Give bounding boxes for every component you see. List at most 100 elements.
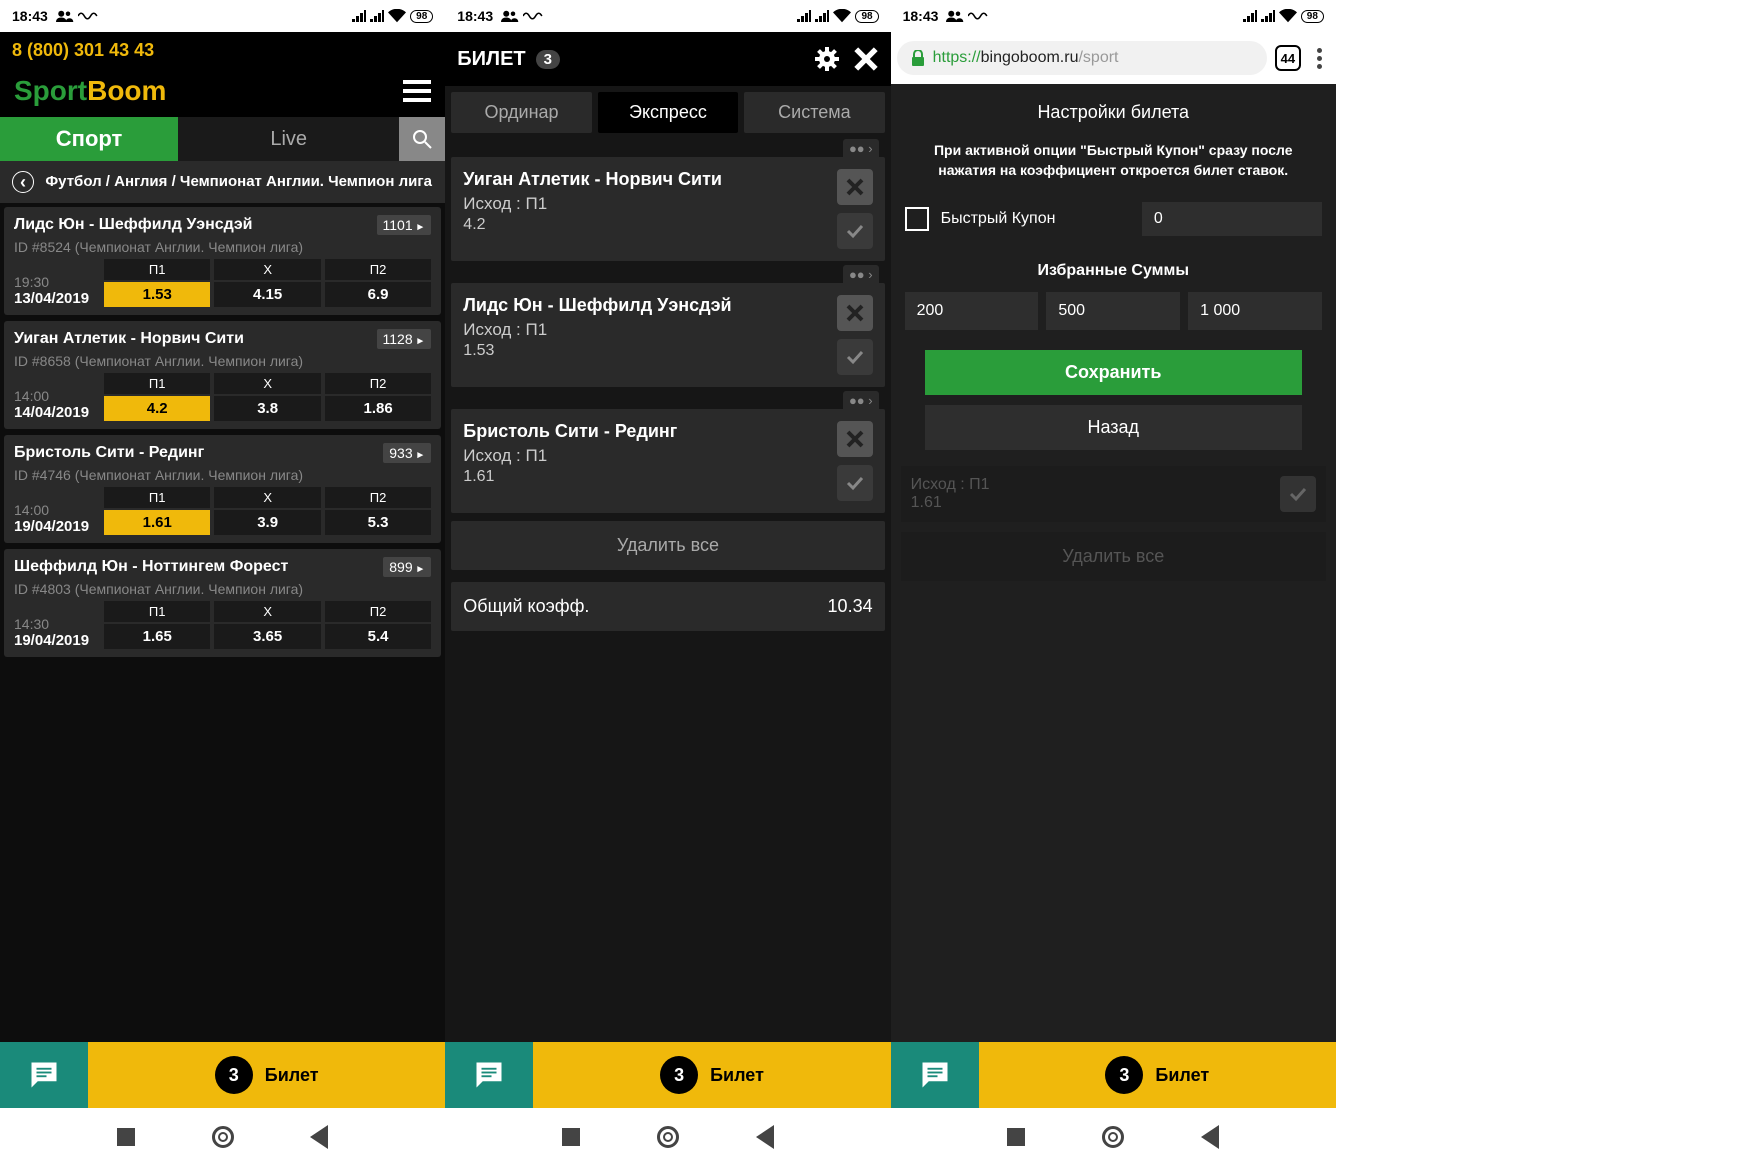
check-icon xyxy=(845,347,865,367)
screen-settings: 18:43 98 https://bingoboom.ru/sport 44 Н… xyxy=(891,0,1336,1042)
support-phone[interactable]: 8 (800) 301 43 43 xyxy=(0,32,445,69)
tab-system[interactable]: Система xyxy=(744,92,884,133)
bottom-bar: 3Билет xyxy=(0,1042,445,1108)
hamburger-icon[interactable] xyxy=(403,80,431,102)
app-logo: SportBoom xyxy=(14,75,166,107)
ticket-button[interactable]: 3Билет xyxy=(88,1042,445,1108)
match-teams: Лидс Юн - Шеффилд Уэнсдэй xyxy=(14,216,253,234)
search-button[interactable] xyxy=(399,117,445,161)
status-left-icons xyxy=(56,9,352,23)
nav-home-icon[interactable] xyxy=(657,1126,679,1148)
wave-icon xyxy=(78,9,100,23)
favorite-sum-input[interactable]: 500 xyxy=(1046,292,1180,330)
browser-menu-icon[interactable] xyxy=(1309,48,1330,69)
confirm-selection-button[interactable] xyxy=(837,465,873,501)
odd-x[interactable]: 3.9 xyxy=(214,510,320,535)
selection-card: ●● › Лидс Юн - Шеффилд Уэнсдэй Исход : П… xyxy=(451,283,884,387)
market-count[interactable]: 1128 xyxy=(377,329,432,349)
signal-icon xyxy=(370,10,384,22)
breadcrumb-bar: Футбол / Англия / Чемпионат Англии. Чемп… xyxy=(0,161,445,203)
save-button[interactable]: Сохранить xyxy=(925,350,1302,395)
nav-back-icon[interactable] xyxy=(310,1125,328,1149)
check-icon xyxy=(845,221,865,241)
nav-home-icon[interactable] xyxy=(1102,1126,1124,1148)
android-nav-bar xyxy=(891,1108,1336,1166)
match-card[interactable]: Шеффилд Юн - Ноттингем Форест899 ID #480… xyxy=(4,549,441,657)
match-time: 14:00 xyxy=(14,388,104,404)
match-date: 19/04/2019 xyxy=(14,518,104,535)
close-icon[interactable] xyxy=(853,46,879,72)
remove-selection-button[interactable] xyxy=(837,295,873,331)
chat-button[interactable] xyxy=(0,1042,88,1108)
match-id: ID #8658 (Чемпионат Англии. Чемпион лига… xyxy=(14,353,431,369)
tab-single[interactable]: Ординар xyxy=(451,92,591,133)
settings-description: При активной опции "Быстрый Купон" сразу… xyxy=(895,137,1332,194)
favorite-sum-input[interactable]: 1 000 xyxy=(1188,292,1322,330)
nav-back-icon[interactable] xyxy=(756,1125,774,1149)
odd-p2[interactable]: 5.3 xyxy=(325,510,431,535)
match-list[interactable]: Лидс Юн - Шеффилд Уэнсдэй1101 ID #8524 (… xyxy=(0,203,445,1042)
tab-live[interactable]: Live xyxy=(178,117,399,161)
back-button[interactable]: Назад xyxy=(925,405,1302,450)
ticket-button[interactable]: 3Билет xyxy=(533,1042,890,1108)
odd-p1[interactable]: 1.65 xyxy=(104,624,210,649)
coins-icon[interactable]: ●● › xyxy=(843,265,879,284)
nav-overview-icon[interactable] xyxy=(117,1128,135,1146)
odd-x[interactable]: 4.15 xyxy=(214,282,320,307)
selection-teams: Уиган Атлетик - Норвич Сити xyxy=(463,169,836,190)
match-id: ID #4746 (Чемпионат Англии. Чемпион лига… xyxy=(14,467,431,483)
match-card[interactable]: Уиган Атлетик - Норвич Сити1128 ID #8658… xyxy=(4,321,441,429)
breadcrumb-text: Футбол / Англия / Чемпионат Англии. Чемп… xyxy=(44,172,433,192)
url-bar[interactable]: https://bingoboom.ru/sport xyxy=(897,41,1267,75)
confirm-selection-button[interactable] xyxy=(837,339,873,375)
nav-overview-icon[interactable] xyxy=(1007,1128,1025,1146)
market-count[interactable]: 1101 xyxy=(377,215,432,235)
odd-x[interactable]: 3.65 xyxy=(214,624,320,649)
selection-list: ●● › Уиган Атлетик - Норвич Сити Исход :… xyxy=(445,139,890,1042)
tab-express[interactable]: Экспресс xyxy=(598,92,738,133)
match-card[interactable]: Лидс Юн - Шеффилд Уэнсдэй1101 ID #8524 (… xyxy=(4,207,441,315)
nav-overview-icon[interactable] xyxy=(562,1128,580,1146)
quick-coupon-value[interactable]: 0 xyxy=(1142,202,1322,236)
status-bar: 18:43 98 xyxy=(0,0,445,32)
match-time: 14:30 xyxy=(14,616,104,632)
ticket-button[interactable]: 3Билет xyxy=(979,1042,1336,1108)
remove-selection-button[interactable] xyxy=(837,421,873,457)
coins-icon[interactable]: ●● › xyxy=(843,139,879,158)
chat-button[interactable] xyxy=(891,1042,979,1108)
x-icon xyxy=(846,430,864,448)
status-bar: 18:43 98 xyxy=(891,0,1336,32)
odd-p1[interactable]: 1.61 xyxy=(104,510,210,535)
header-row: SportBoom xyxy=(0,69,445,117)
chat-button[interactable] xyxy=(445,1042,533,1108)
quick-coupon-checkbox[interactable] xyxy=(905,207,929,231)
match-date: 19/04/2019 xyxy=(14,632,104,649)
odd-p1[interactable]: 1.53 xyxy=(104,282,210,307)
market-count[interactable]: 899 xyxy=(383,557,431,577)
browser-tab-count[interactable]: 44 xyxy=(1275,45,1301,71)
nav-home-icon[interactable] xyxy=(212,1126,234,1148)
odd-p1[interactable]: 4.2 xyxy=(104,396,210,421)
odd-x[interactable]: 3.8 xyxy=(214,396,320,421)
tab-sport[interactable]: Спорт xyxy=(0,117,178,161)
market-count[interactable]: 933 xyxy=(383,443,431,463)
match-date: 13/04/2019 xyxy=(14,290,104,307)
confirm-selection-button[interactable] xyxy=(837,213,873,249)
gear-icon[interactable] xyxy=(815,47,839,71)
coins-icon[interactable]: ●● › xyxy=(843,391,879,410)
nav-back-icon[interactable] xyxy=(1201,1125,1219,1149)
remove-selection-button[interactable] xyxy=(837,169,873,205)
selection-card: ●● › Бристоль Сити - Рединг Исход : П1 1… xyxy=(451,409,884,513)
odd-p2[interactable]: 1.86 xyxy=(325,396,431,421)
settings-panel: Настройки билета При активной опции "Быс… xyxy=(891,84,1336,1042)
total-label: Общий коэфф. xyxy=(463,596,589,617)
status-time: 18:43 xyxy=(903,8,939,24)
odd-p2[interactable]: 6.9 xyxy=(325,282,431,307)
favorite-sum-input[interactable]: 200 xyxy=(905,292,1039,330)
odd-p2[interactable]: 5.4 xyxy=(325,624,431,649)
bet-type-tabs: Ординар Экспресс Система xyxy=(445,86,890,139)
back-arrow-icon[interactable] xyxy=(12,171,34,193)
match-card[interactable]: Бристоль Сити - Рединг933 ID #4746 (Чемп… xyxy=(4,435,441,543)
delete-all-button[interactable]: Удалить все xyxy=(451,521,884,570)
people-icon xyxy=(56,9,74,23)
